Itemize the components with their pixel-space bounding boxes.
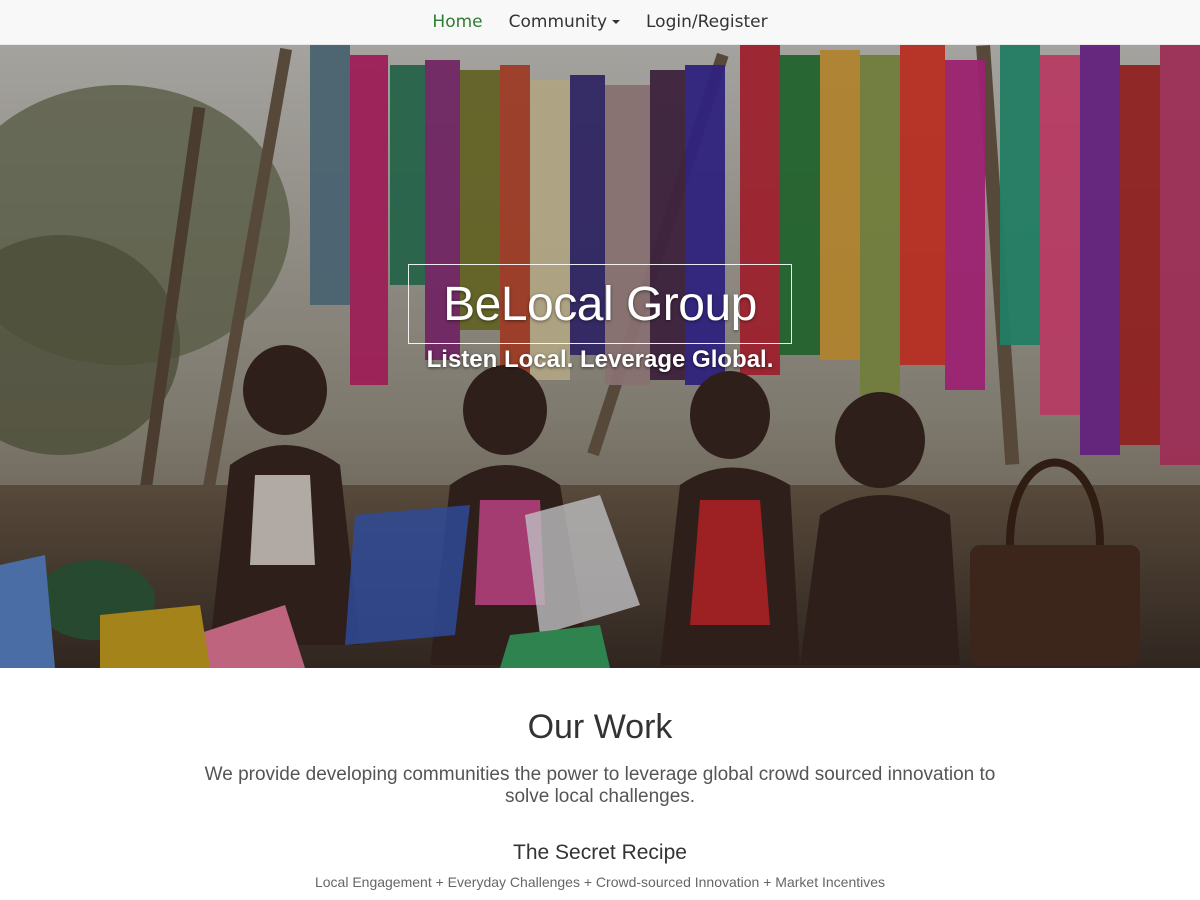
brand-title: BeLocal Group (443, 277, 757, 331)
recipe-title: The Secret Recipe (513, 841, 687, 864)
our-work-section: Our Work We provide developing communiti… (0, 668, 1200, 900)
hero-tagline: Listen Local. Leverage Global. (426, 346, 774, 373)
nav-login-register-link[interactable]: Login/Register (646, 0, 768, 45)
section-title: Our Work (527, 708, 673, 746)
brand-title-box: BeLocal Group (408, 264, 792, 344)
top-navbar: Home Community Login/Register (0, 0, 1200, 45)
hero-banner: BeLocal Group Listen Local. Leverage Glo… (0, 45, 1200, 668)
recipe-items: Local Engagement + Everyday Challenges +… (314, 874, 886, 890)
nav-menu: Home Community Login/Register (432, 0, 767, 45)
nav-community-label: Community (508, 11, 607, 32)
nav-home-link[interactable]: Home (432, 0, 482, 45)
caret-down-icon (612, 19, 620, 24)
nav-community-dropdown[interactable]: Community (509, 0, 620, 45)
section-description: We provide developing communities the po… (204, 764, 996, 807)
